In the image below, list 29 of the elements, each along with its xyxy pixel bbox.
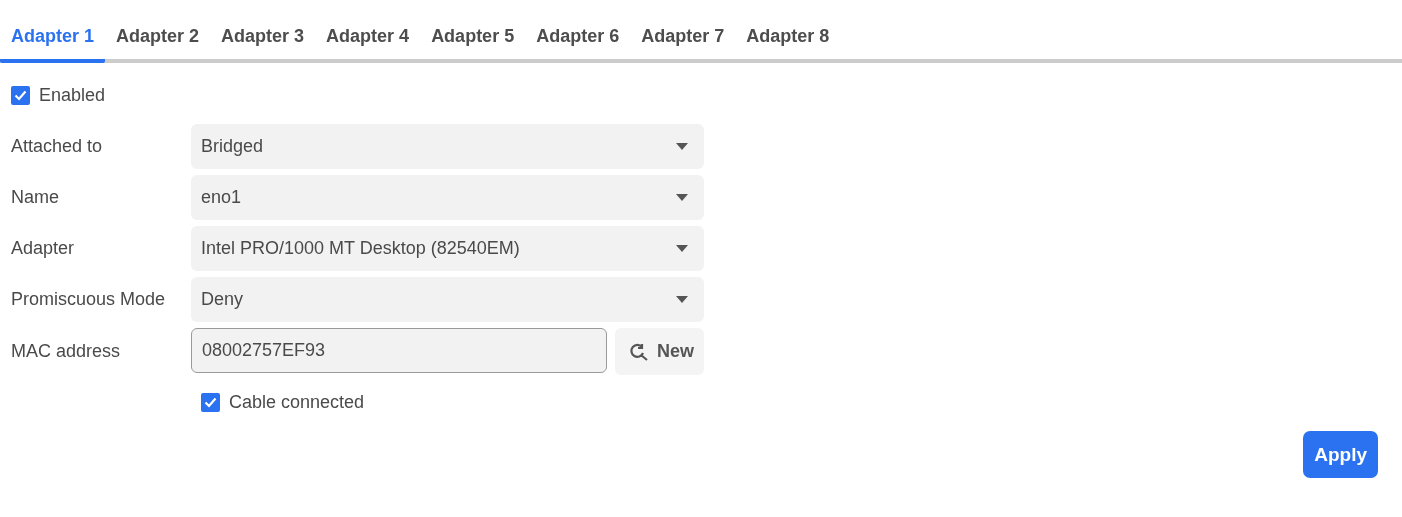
tab[interactable]: Adapter 2 bbox=[105, 18, 211, 63]
input-field[interactable]: 08002757EF93 bbox=[191, 328, 607, 373]
caret-icon bbox=[676, 194, 688, 201]
dropdown[interactable]: Deny bbox=[191, 277, 704, 322]
field-label: MAC address bbox=[11, 341, 122, 362]
caret-icon bbox=[676, 143, 688, 150]
tab[interactable]: Adapter 3 bbox=[210, 18, 316, 63]
refresh-search-icon bbox=[629, 342, 649, 361]
apply-button[interactable]: Apply bbox=[1303, 431, 1378, 478]
tab[interactable]: Adapter 4 bbox=[315, 18, 421, 63]
field-label: Adapter bbox=[11, 238, 76, 259]
checkbox-label: Enabled bbox=[39, 85, 106, 106]
tab[interactable]: Adapter 5 bbox=[420, 18, 526, 63]
caret-icon bbox=[676, 245, 688, 252]
tab[interactable]: Adapter 8 bbox=[735, 18, 841, 63]
checkbox[interactable] bbox=[11, 86, 30, 105]
dropdown[interactable]: Intel PRO/1000 MT Desktop (82540EM) bbox=[191, 226, 704, 271]
caret-icon bbox=[676, 296, 688, 303]
field-label: Attached to bbox=[11, 136, 104, 157]
field-label: Promiscuous Mode bbox=[11, 289, 167, 310]
checkbox[interactable] bbox=[201, 393, 220, 412]
tab[interactable]: Adapter 7 bbox=[630, 18, 736, 63]
dropdown[interactable]: Bridged bbox=[191, 124, 704, 169]
new-button[interactable]: New bbox=[615, 328, 704, 375]
tab[interactable]: Adapter 1 bbox=[0, 18, 106, 63]
field-label: Name bbox=[11, 187, 60, 208]
checkbox-label: Cable connected bbox=[229, 392, 365, 413]
tab[interactable]: Adapter 6 bbox=[525, 18, 631, 63]
dropdown[interactable]: eno1 bbox=[191, 175, 704, 220]
